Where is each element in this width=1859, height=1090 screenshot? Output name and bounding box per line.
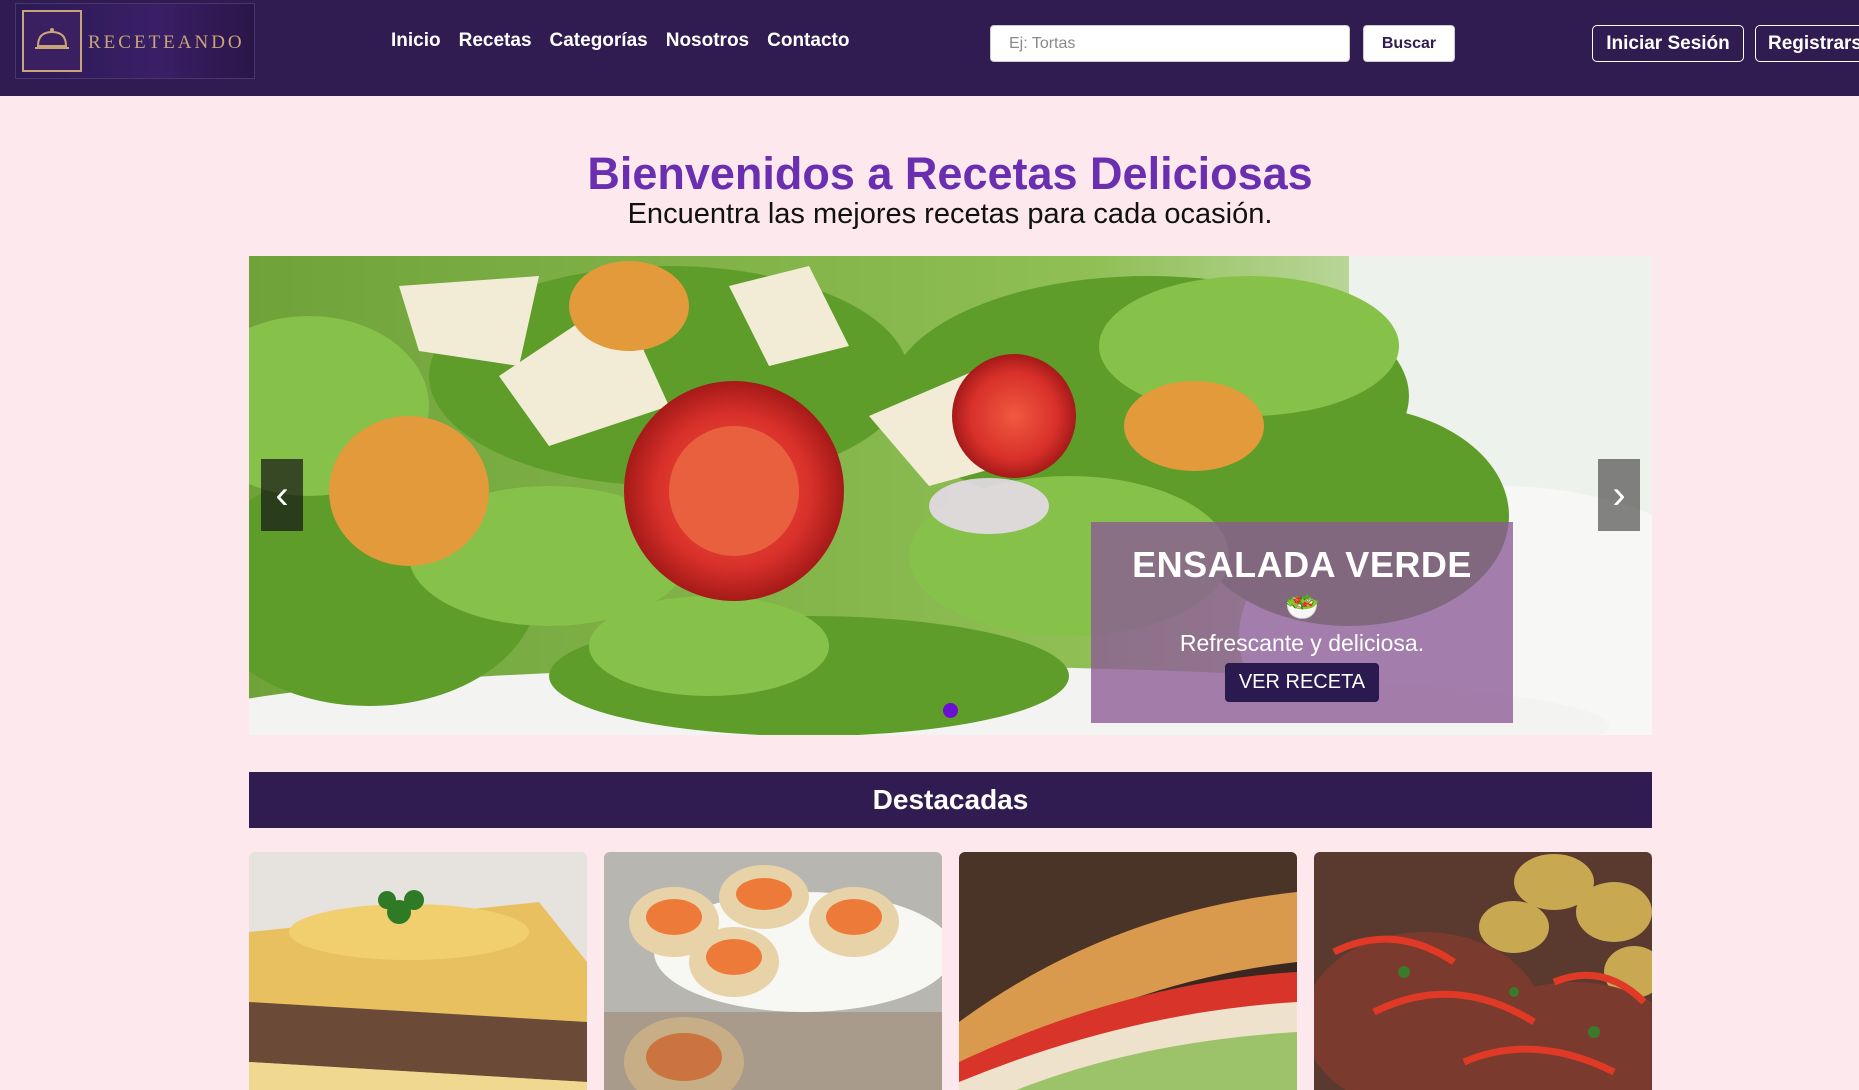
recipe-card[interactable] (1314, 852, 1652, 1090)
carousel-indicator-dot[interactable] (943, 703, 958, 718)
recipe-card[interactable] (959, 852, 1297, 1090)
nav-link-inicio[interactable]: Inicio (391, 30, 441, 52)
register-button[interactable]: Registrarse (1755, 25, 1859, 62)
nav-link-nosotros[interactable]: Nosotros (666, 30, 749, 52)
view-recipe-button[interactable]: VER RECETA (1224, 663, 1380, 702)
slide-description: Refrescante y deliciosa. (1179, 630, 1425, 656)
page-subtitle: Encuentra las mejores recetas para cada … (627, 198, 1273, 230)
carne-con-papas-image (1314, 852, 1652, 1090)
search-button[interactable]: Buscar (1363, 25, 1455, 62)
search-input[interactable] (990, 25, 1350, 62)
nav-link-categorias[interactable]: Categorías (550, 30, 648, 52)
slide-title: ENSALADA VERDE (1132, 544, 1472, 585)
nav-link-recetas[interactable]: Recetas (459, 30, 532, 52)
salad-emoji-icon: 🥗 (1284, 591, 1320, 622)
recipe-card[interactable] (249, 852, 587, 1090)
main-nav: Inicio Recetas Categorías Nosotros Conta… (391, 30, 867, 52)
brand-name: RECETEANDO (88, 32, 245, 53)
recipe-carousel: ‹ › ENSALADA VERDE 🥗 Refrescante y delic… (249, 256, 1652, 735)
canastitas-image (604, 852, 942, 1090)
slide-caption: ENSALADA VERDE 🥗 Refrescante y deliciosa… (1091, 522, 1513, 723)
recipe-card[interactable] (604, 852, 942, 1090)
page-title: Bienvenidos a Recetas Deliciosas (587, 148, 1313, 199)
pastel-de-papa-image (249, 852, 587, 1090)
cloche-logo-icon (22, 10, 82, 72)
login-button[interactable]: Iniciar Sesión (1592, 25, 1744, 62)
nav-link-contacto[interactable]: Contacto (767, 30, 849, 52)
featured-cards (249, 852, 1652, 1090)
sandwich-image (959, 852, 1297, 1090)
carousel-next-button[interactable]: › (1598, 459, 1640, 531)
navbar: RECETEANDO Inicio Recetas Categorías Nos… (0, 0, 1859, 96)
featured-heading: Destacadas (249, 772, 1652, 828)
carousel-prev-button[interactable]: ‹ (261, 459, 303, 531)
brand-logo[interactable]: RECETEANDO (15, 3, 255, 79)
